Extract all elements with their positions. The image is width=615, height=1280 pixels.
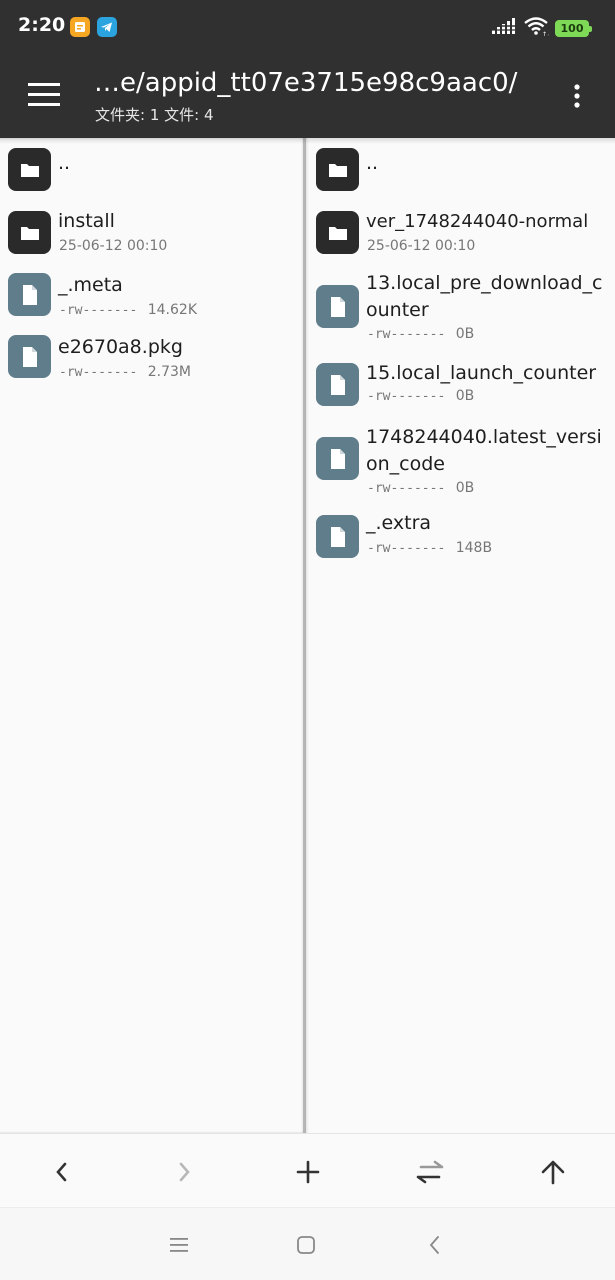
swap-panes-icon[interactable] [410, 1152, 450, 1192]
list-item[interactable]: _.meta -rw------- 14.62K [0, 270, 305, 324]
item-meta: -rw------- 148B [367, 540, 492, 556]
item-name: .. [58, 152, 71, 174]
file-icon [8, 335, 51, 378]
item-permissions: -rw------- [59, 303, 138, 318]
list-item[interactable]: ver_1748244040-normal 25-06-12 00:10 [308, 208, 615, 262]
item-permissions: -rw------- [59, 365, 138, 380]
wifi-icon: ↑↓ [523, 16, 552, 40]
status-bar: 2:20 ↑↓ 1 [0, 0, 615, 56]
status-right-group: ↑↓ 100 [491, 16, 592, 40]
list-item-parent[interactable]: .. [308, 148, 615, 194]
list-item[interactable]: 13.local_pre_download_counter -rw-------… [308, 270, 615, 350]
file-icon [316, 363, 359, 406]
item-date: 25-06-12 00:10 [59, 238, 168, 254]
battery-level: 100 [560, 21, 584, 35]
folder-file-count: 文件夹: 1 文件: 4 [95, 106, 214, 124]
file-icon [8, 273, 51, 316]
system-nav-bar [0, 1207, 615, 1280]
item-size: 0B [455, 388, 475, 404]
folder-icon [8, 211, 51, 254]
app-bar: …e/appid_tt07e3715e98c9aac0/ 文件夹: 1 文件: … [0, 56, 615, 138]
list-item[interactable]: 15.local_launch_counter -rw------- 0B [308, 358, 615, 412]
item-size: 0B [455, 480, 475, 496]
bottom-toolbar [0, 1133, 615, 1207]
item-meta: -rw------- 14.62K [59, 302, 197, 318]
back-arrow-icon[interactable] [42, 1152, 82, 1192]
item-permissions: -rw------- [367, 327, 446, 342]
item-name: ver_1748244040-normal [366, 211, 589, 232]
item-meta: -rw------- 0B [367, 388, 474, 404]
item-name: _.extra [366, 512, 432, 534]
list-item[interactable]: _.extra -rw------- 148B [308, 510, 615, 564]
item-meta: -rw------- 0B [367, 326, 474, 342]
item-name: e2670a8.pkg [58, 336, 183, 358]
item-permissions: -rw------- [367, 389, 446, 404]
item-size: 14.62K [147, 302, 197, 318]
files-app-icon [70, 17, 90, 37]
left-pane: .. install 25-06-12 00:10 _.meta -rw----… [0, 138, 306, 1133]
path-title[interactable]: …e/appid_tt07e3715e98c9aac0/ [94, 68, 517, 98]
svg-text:↑↓: ↑↓ [542, 31, 549, 36]
forward-arrow-icon[interactable] [164, 1152, 204, 1192]
status-time: 2:20 [18, 14, 66, 36]
list-item[interactable]: install 25-06-12 00:10 [0, 208, 305, 262]
add-icon[interactable] [288, 1152, 328, 1192]
file-icon [316, 285, 359, 328]
list-item[interactable]: 1748244040.latest_version_code -rw------… [308, 422, 615, 502]
folder-icon [316, 211, 359, 254]
item-date: 25-06-12 00:10 [367, 238, 476, 254]
item-name: install [58, 210, 115, 232]
folder-icon [316, 148, 359, 191]
item-permissions: -rw------- [367, 541, 446, 556]
item-name: _.meta [58, 274, 123, 296]
item-name: 13.local_pre_download_counter [366, 272, 603, 321]
pane-divider[interactable] [303, 138, 309, 1133]
item-meta: -rw------- 2.73M [59, 364, 191, 380]
file-icon [316, 515, 359, 558]
home-square-icon[interactable] [291, 1230, 321, 1260]
file-icon [316, 437, 359, 480]
item-size: 0B [455, 326, 475, 342]
right-pane: .. ver_1748244040-normal 25-06-12 00:10 … [308, 138, 615, 1133]
recents-menu-icon[interactable] [164, 1230, 194, 1260]
nav-back-icon[interactable] [420, 1230, 450, 1260]
item-permissions: -rw------- [367, 481, 446, 496]
item-name: 1748244040.latest_version_code [366, 426, 602, 475]
item-size: 2.73M [147, 364, 191, 380]
item-meta: -rw------- 0B [367, 480, 474, 496]
item-name: 15.local_launch_counter [366, 362, 597, 384]
folder-icon [8, 148, 51, 191]
item-name: .. [366, 152, 379, 174]
app-bar-shadow [0, 138, 615, 144]
telegram-icon [97, 17, 117, 37]
hamburger-menu-icon[interactable] [22, 78, 66, 114]
list-item[interactable]: e2670a8.pkg -rw------- 2.73M [0, 332, 305, 386]
more-vertical-icon[interactable] [559, 78, 595, 114]
list-item-parent[interactable]: .. [0, 148, 305, 194]
item-size: 148B [455, 540, 493, 556]
battery-icon: 100 [555, 19, 592, 37]
parent-folder-up-icon[interactable] [533, 1152, 573, 1192]
signal-icon [491, 17, 517, 39]
